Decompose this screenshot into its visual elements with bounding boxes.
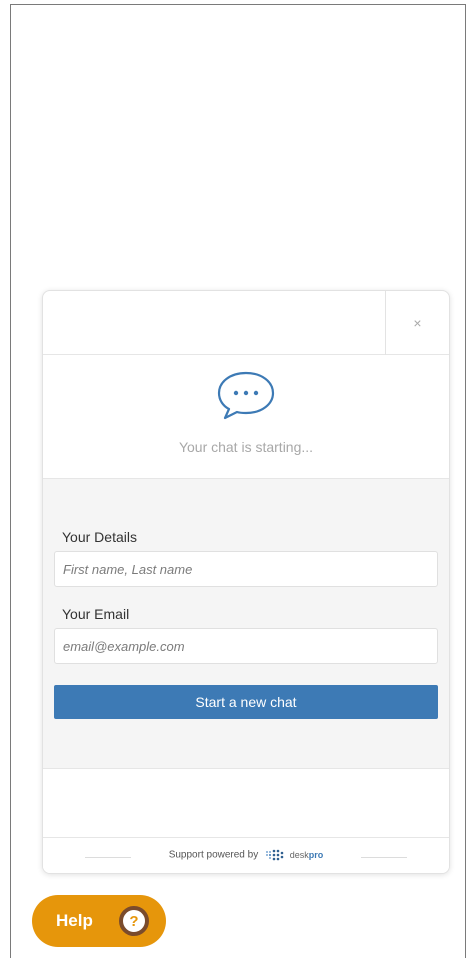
email-input[interactable] — [54, 628, 438, 664]
name-input[interactable] — [54, 551, 438, 587]
help-label: Help — [56, 911, 93, 930]
chat-status-area: Your chat is starting... — [43, 355, 449, 479]
close-button[interactable]: × — [385, 291, 449, 355]
email-label: Your Email — [62, 606, 130, 622]
widget-footer: Support powered by deskpro — [43, 837, 449, 873]
chat-status-text: Your chat is starting... — [178, 439, 314, 455]
powered-by: Support powered by deskpro — [43, 849, 449, 861]
question-mark-icon: ? — [119, 906, 149, 936]
speech-bubble-ellipsis-icon — [217, 371, 275, 420]
widget-header: × — [43, 291, 449, 355]
help-button[interactable]: Help ? — [32, 895, 166, 947]
details-label: Your Details — [62, 529, 137, 545]
start-chat-button[interactable]: Start a new chat — [54, 685, 438, 719]
brand-name-pro: pro — [308, 850, 324, 860]
close-icon: × — [413, 315, 422, 331]
chat-form: Your Details Your Email Start a new chat — [43, 479, 449, 769]
chat-widget: × Your chat is starting... Your Details … — [42, 290, 450, 874]
deskpro-logo-icon — [266, 849, 284, 861]
brand-name-desk: desk — [289, 850, 309, 860]
powered-by-text: Support powered by — [168, 849, 259, 861]
